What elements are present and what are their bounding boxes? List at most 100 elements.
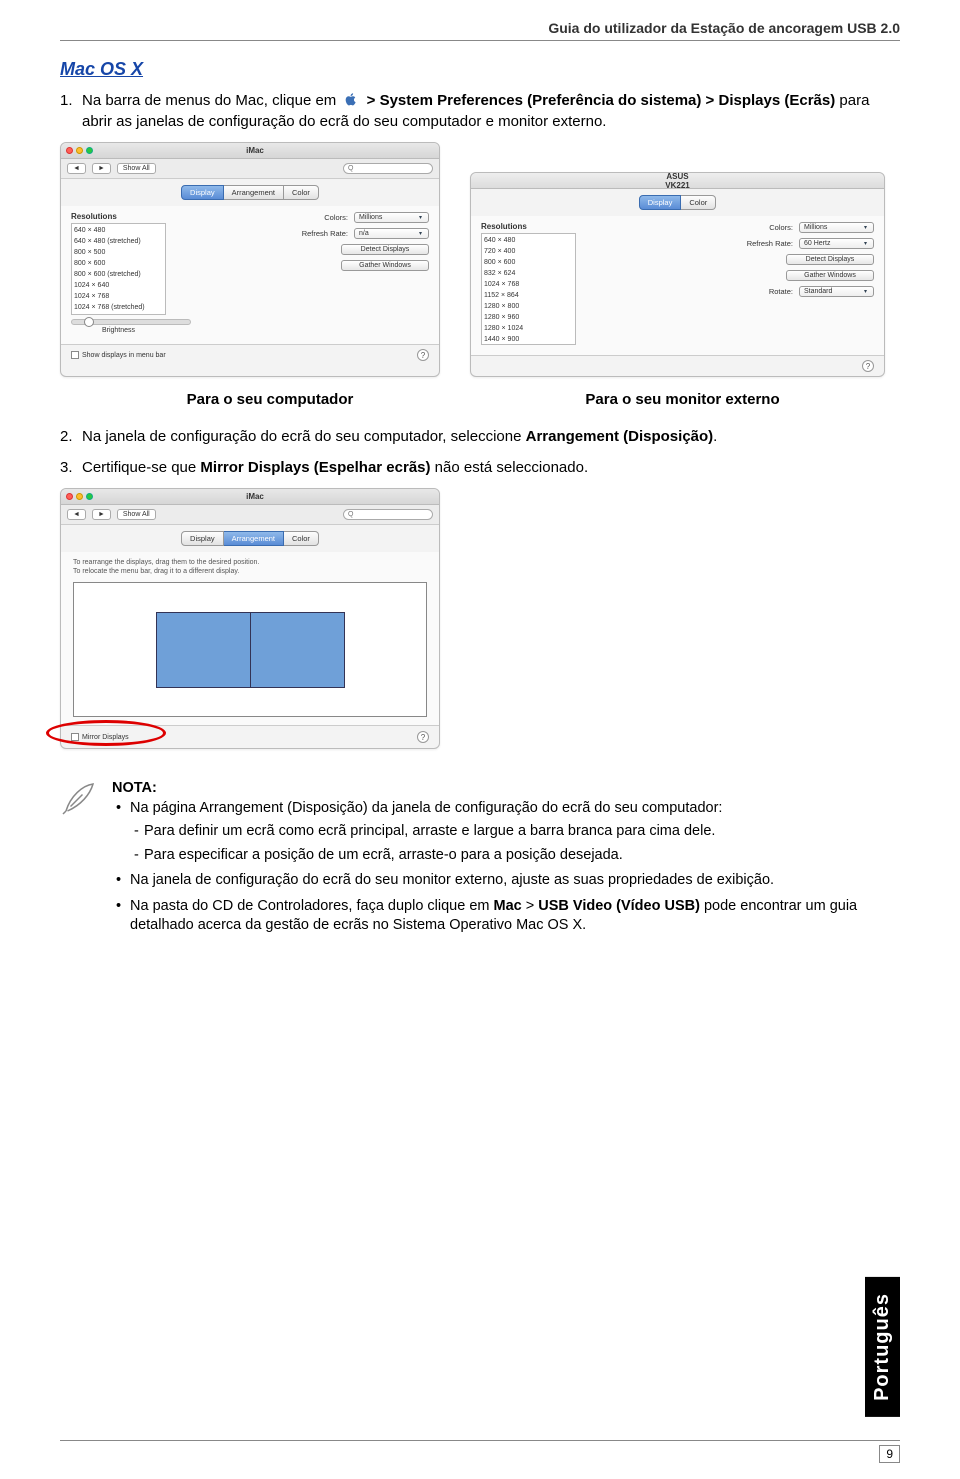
note-heading: NOTA: xyxy=(112,779,900,799)
help-icon[interactable]: ? xyxy=(862,360,874,372)
search-input[interactable] xyxy=(343,163,433,174)
tabs: Display Arrangement Color xyxy=(61,179,439,206)
close-icon[interactable] xyxy=(66,147,73,154)
colors-dropdown[interactable]: Millions▾ xyxy=(354,212,429,223)
page-footer: 9 xyxy=(60,1440,900,1463)
detect-button[interactable]: Detect Displays xyxy=(786,254,874,265)
refresh-dropdown[interactable]: n/a▾ xyxy=(354,228,429,239)
tab-arrangement[interactable]: Arrangement xyxy=(224,185,284,200)
showall-button[interactable]: Show All xyxy=(117,163,156,174)
back-button[interactable]: ◄ xyxy=(67,163,86,174)
window-title: ASUS VK221 xyxy=(665,172,689,190)
res-item[interactable]: 1152 × 864 xyxy=(484,290,573,301)
window-arrangement: iMac ◄ ► Show All Display Arrangement Co… xyxy=(60,488,440,749)
res-item[interactable]: 1280 × 960 xyxy=(484,312,573,323)
rotate-label: Rotate: xyxy=(769,287,793,296)
help-icon[interactable]: ? xyxy=(417,731,429,743)
step-text: Na janela de configuração do ecrã do seu… xyxy=(82,426,900,447)
forward-button[interactable]: ► xyxy=(92,163,111,174)
doc-header: Guia do utilizador da Estação de ancorag… xyxy=(60,20,900,41)
tab-color[interactable]: Color xyxy=(681,195,716,210)
help-icon[interactable]: ? xyxy=(417,349,429,361)
tab-color[interactable]: Color xyxy=(284,185,319,200)
highlight-circle xyxy=(46,720,166,746)
tab-arrangement[interactable]: Arrangement xyxy=(224,531,284,546)
gather-button[interactable]: Gather Windows xyxy=(786,270,874,281)
gather-button[interactable]: Gather Windows xyxy=(341,260,429,271)
res-item[interactable]: 1024 × 768 (stretched) xyxy=(74,302,163,313)
step-1: 1. Na barra de menus do Mac, clique em >… xyxy=(60,90,900,132)
step-3: 3. Certifique-se que Mirror Displays (Es… xyxy=(60,457,900,478)
step-text: Na barra de menus do Mac, clique em > Sy… xyxy=(82,90,900,132)
section-title: Mac OS X xyxy=(60,59,900,80)
search-input[interactable] xyxy=(343,509,433,520)
toolbar: ◄ ► Show All xyxy=(61,505,439,525)
showall-button[interactable]: Show All xyxy=(117,509,156,520)
refresh-label: Refresh Rate: xyxy=(302,229,348,238)
colors-label: Colors: xyxy=(769,223,793,232)
note-bullet: Na janela de configuração do ecrã do seu… xyxy=(112,871,900,891)
res-item[interactable]: 640 × 480 (stretched) xyxy=(74,236,163,247)
window-imac-display: iMac ◄ ► Show All Display Arrangement Co… xyxy=(60,142,440,377)
zoom-icon[interactable] xyxy=(86,493,93,500)
showmenu-label: Show displays in menu bar xyxy=(82,352,166,359)
detect-button[interactable]: Detect Displays xyxy=(341,244,429,255)
res-item[interactable]: 1024 × 640 xyxy=(74,280,163,291)
close-icon[interactable] xyxy=(66,493,73,500)
minimize-icon[interactable] xyxy=(76,147,83,154)
res-item[interactable]: 640 × 480 xyxy=(484,235,573,246)
tab-color[interactable]: Color xyxy=(284,531,319,546)
display-1[interactable] xyxy=(156,612,251,688)
tab-display[interactable]: Display xyxy=(181,185,224,200)
res-item[interactable]: 832 × 624 xyxy=(484,268,573,279)
resolutions-header: Resolutions xyxy=(481,222,576,231)
refresh-dropdown[interactable]: 60 Hertz▾ xyxy=(799,238,874,249)
zoom-icon[interactable] xyxy=(86,147,93,154)
toolbar: ◄ ► Show All xyxy=(61,159,439,179)
note-bullet: Na pasta do CD de Controladores, faça du… xyxy=(112,897,900,936)
showmenu-checkbox[interactable] xyxy=(71,351,79,359)
res-item[interactable]: 1280 × 1024 xyxy=(484,323,573,334)
tab-display[interactable]: Display xyxy=(181,531,224,546)
resolutions-list[interactable]: 640 × 480 640 × 480 (stretched) 800 × 50… xyxy=(71,223,166,315)
apple-logo-icon xyxy=(342,90,360,108)
resolutions-list[interactable]: 640 × 480 720 × 400 800 × 600 832 × 624 … xyxy=(481,233,576,345)
window-title: iMac xyxy=(96,146,434,155)
res-item[interactable]: 1440 × 900 xyxy=(484,334,573,345)
note-block: NOTA: Na página Arrangement (Disposição)… xyxy=(60,779,900,942)
rotate-dropdown[interactable]: Standard▾ xyxy=(799,286,874,297)
res-item[interactable]: 1280 × 800 xyxy=(484,301,573,312)
refresh-label: Refresh Rate: xyxy=(747,239,793,248)
brightness-slider[interactable] xyxy=(71,319,191,325)
res-item[interactable]: 640 × 480 xyxy=(74,225,163,236)
step-number: 1. xyxy=(60,90,82,132)
minimize-icon[interactable] xyxy=(76,493,83,500)
res-item[interactable]: 720 × 400 xyxy=(484,246,573,257)
tabs: Display Color xyxy=(471,189,884,216)
tab-display[interactable]: Display xyxy=(639,195,682,210)
res-item[interactable]: 1152 × 720 xyxy=(74,313,163,315)
screenshot-row-1: iMac ◄ ► Show All Display Arrangement Co… xyxy=(60,142,900,377)
note-subbullet: Para especificar a posição de um ecrã, a… xyxy=(130,846,900,866)
step1-pre: Na barra de menus do Mac, clique em xyxy=(82,92,340,109)
titlebar: iMac xyxy=(61,489,439,505)
note-bullet: Na página Arrangement (Disposição) da ja… xyxy=(112,799,900,866)
titlebar: ASUS VK221 xyxy=(471,173,884,189)
res-item[interactable]: 1024 × 768 xyxy=(74,291,163,302)
tabs: Display Arrangement Color xyxy=(61,525,439,552)
resolutions-header: Resolutions xyxy=(71,212,166,221)
step-number: 3. xyxy=(60,457,82,478)
arrangement-canvas[interactable] xyxy=(73,582,427,717)
step-text: Certifique-se que Mirror Displays (Espel… xyxy=(82,457,900,478)
res-item[interactable]: 800 × 600 (stretched) xyxy=(74,269,163,280)
arrangement-hint: To rearrange the displays, drag them to … xyxy=(73,558,427,576)
res-item[interactable]: 1024 × 768 xyxy=(484,279,573,290)
colors-dropdown[interactable]: Millions▾ xyxy=(799,222,874,233)
back-button[interactable]: ◄ xyxy=(67,509,86,520)
res-item[interactable]: 800 × 600 xyxy=(484,257,573,268)
display-2[interactable] xyxy=(250,612,345,688)
colors-label: Colors: xyxy=(324,213,348,222)
res-item[interactable]: 800 × 500 xyxy=(74,247,163,258)
forward-button[interactable]: ► xyxy=(92,509,111,520)
res-item[interactable]: 800 × 600 xyxy=(74,258,163,269)
